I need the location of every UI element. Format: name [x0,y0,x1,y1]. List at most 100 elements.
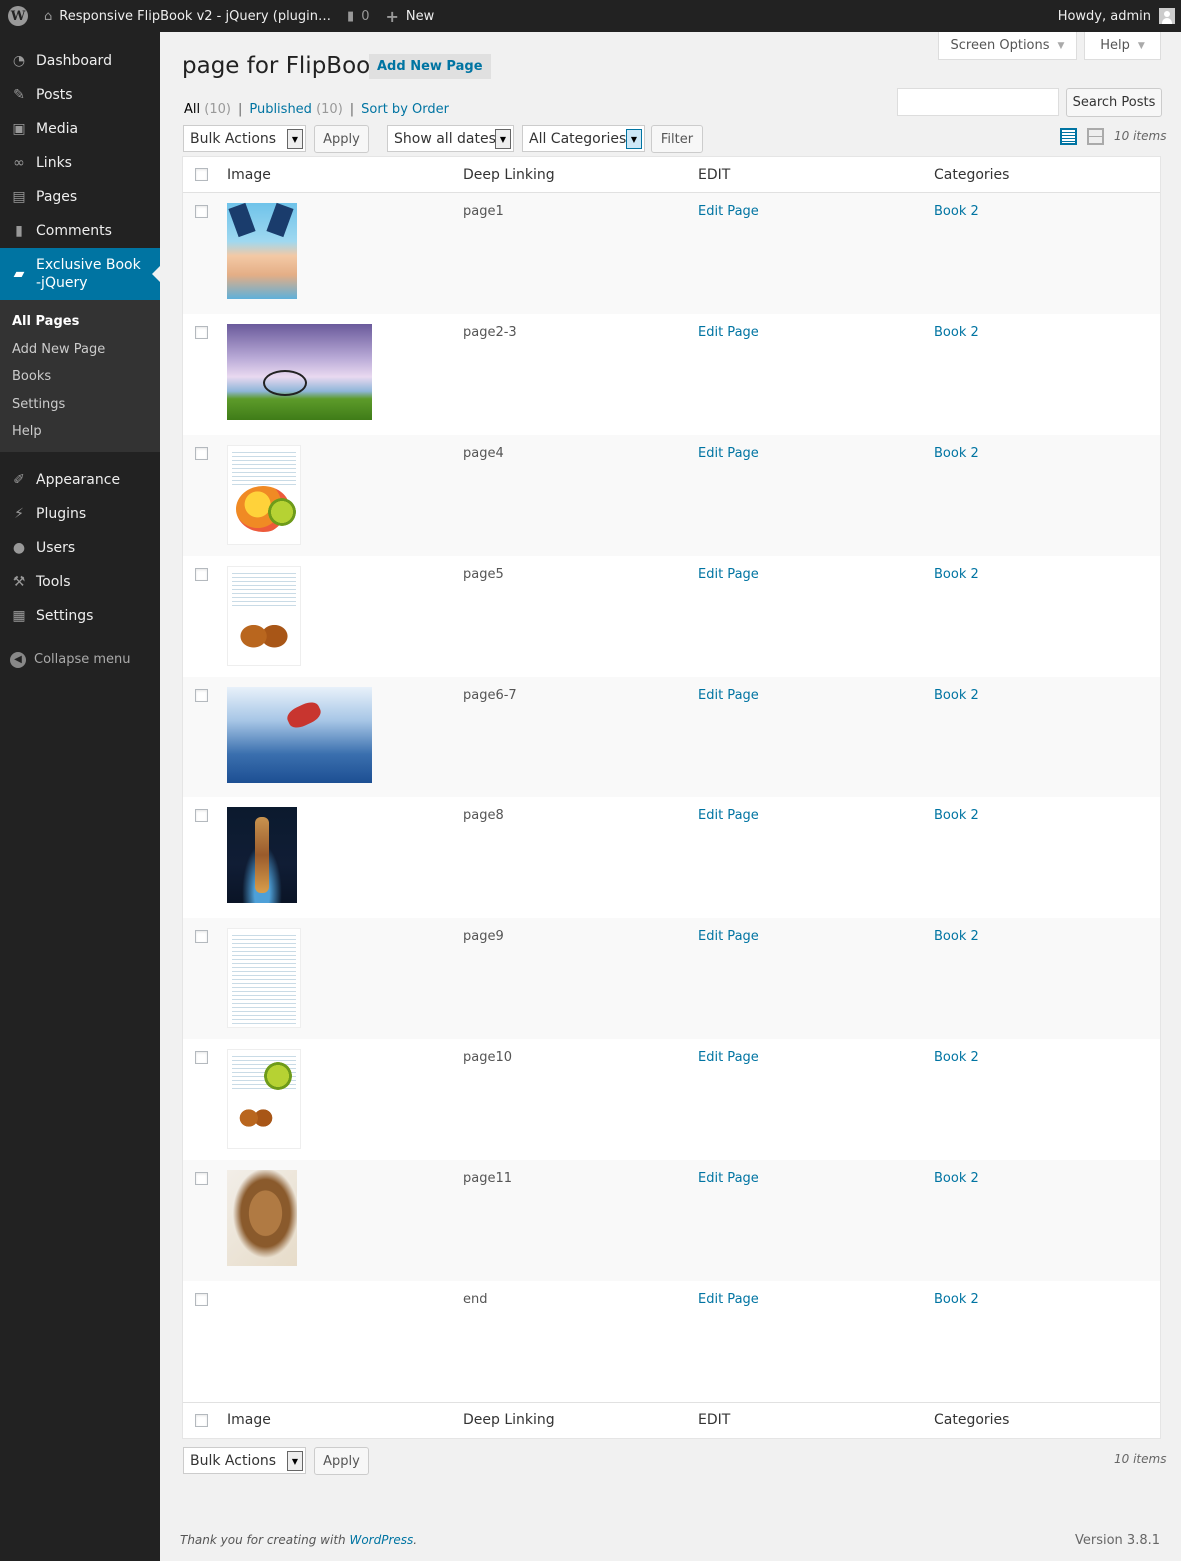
bulk-actions-select-bottom[interactable]: Bulk Actions ▼ [183,1447,306,1474]
row-checkbox[interactable] [195,1051,208,1065]
row-checkbox[interactable] [195,688,208,702]
menu-item-link[interactable]: ∞ Links [0,146,160,180]
row-checkbox[interactable] [195,809,208,823]
row-checkbox[interactable] [195,205,208,218]
menu-item-pages[interactable]: ▤ Pages [0,180,160,214]
submenu-books[interactable]: Books [0,363,160,391]
date-filter-select[interactable]: Show all dates ▼ [387,125,514,152]
search-input[interactable] [897,88,1059,116]
category-link[interactable]: Book 2 [934,688,979,703]
my-account[interactable]: Howdy, admin [1058,8,1181,24]
menu-item-settings[interactable]: ▦ Settings [0,599,160,633]
menu-item-comment[interactable]: ▮ Comments [0,214,160,248]
view-all-label: All [184,102,201,117]
items-count-top: 10 items [1114,129,1167,143]
category-link[interactable]: Book 2 [934,567,979,582]
collapse-menu-button[interactable]: ◀ Collapse menu [0,643,160,677]
page-title: page for FlipBook [182,53,384,79]
row-checkbox[interactable] [195,325,208,339]
menu-item-exclusive-book[interactable]: ▰ Exclusive Book -jQuery [0,248,160,300]
row-checkbox[interactable] [195,1172,208,1186]
category-link[interactable]: Book 2 [934,446,979,461]
column-header-deep-linking[interactable]: Deep Linking [463,167,698,183]
select-all-checkbox-footer[interactable] [195,1413,208,1427]
screen-options-button[interactable]: Screen Options ▼ [938,32,1077,60]
view-all-link[interactable]: All (10) [184,102,231,117]
category-link[interactable]: Book 2 [934,204,979,219]
menu-item-dashboard[interactable]: ◔ Dashboard [0,44,160,78]
row-checkbox[interactable] [195,1293,208,1307]
apply-button[interactable]: Apply [314,125,369,153]
column-header-edit[interactable]: EDIT [698,167,934,183]
excerpt-view-icon[interactable] [1087,128,1104,145]
wordpress-logo-icon[interactable]: W [0,0,36,32]
column-footer-deep-linking[interactable]: Deep Linking [463,1412,698,1428]
category-link[interactable]: Book 2 [934,808,979,823]
category-filter-select[interactable]: All Categories ▼ [522,125,645,152]
submenu-settings[interactable]: Settings [0,391,160,419]
thumbnail-image [227,928,301,1029]
edit-page-link[interactable]: Edit Page [698,1171,759,1186]
edit-page-link[interactable]: Edit Page [698,567,759,582]
comments-link[interactable]: ▮ 0 [339,0,377,32]
row-checkbox[interactable] [195,567,208,581]
category-link[interactable]: Book 2 [934,1171,979,1186]
menu-item-pin[interactable]: ✎ Posts [0,78,160,112]
new-content-link[interactable]: + New [377,0,442,32]
comment-icon: ▮ [15,223,23,239]
add-new-page-button[interactable]: Add New Page [369,54,491,79]
site-name-link[interactable]: ⌂ Responsive FlipBook v2 - jQuery (plugi… [36,0,339,32]
screen-options-label: Screen Options [950,38,1050,53]
submenu-add-new-page[interactable]: Add New Page [0,336,160,364]
column-footer-image[interactable]: Image [227,1412,463,1428]
edit-page-link[interactable]: Edit Page [698,808,759,823]
category-link[interactable]: Book 2 [934,1050,979,1065]
row-checkbox[interactable] [195,930,208,944]
edit-page-link[interactable]: Edit Page [698,204,759,219]
deep-linking-cell: end [463,1292,488,1308]
help-button[interactable]: Help ▼ [1084,32,1161,60]
dropdown-arrow-icon: ▼ [287,129,303,149]
search-posts-button[interactable]: Search Posts [1066,88,1162,117]
category-link[interactable]: Book 2 [934,325,979,340]
dropdown-arrow-icon: ▼ [495,129,511,149]
table-row: end Edit Page Book 2 [183,1281,1160,1402]
edit-page-link[interactable]: Edit Page [698,1050,759,1065]
link-icon: ∞ [13,155,25,171]
bulk-actions-select[interactable]: Bulk Actions ▼ [183,125,306,152]
list-view-icon[interactable] [1060,128,1077,145]
edit-page-link[interactable]: Edit Page [698,929,759,944]
column-header-image[interactable]: Image [227,167,463,183]
apply-button-bottom[interactable]: Apply [314,1447,369,1475]
menu-item-plug[interactable]: ⚡ Plugins [0,497,160,531]
submenu-all-pages[interactable]: All Pages [0,308,160,336]
view-published-link[interactable]: Published (10) [249,102,342,117]
submenu-help[interactable]: Help [0,418,160,446]
category-link[interactable]: Book 2 [934,929,979,944]
site-title: Responsive FlipBook v2 - jQuery (plugin… [59,8,332,24]
column-footer-categories[interactable]: Categories [934,1412,1160,1428]
category-link[interactable]: Book 2 [934,1292,979,1307]
select-all-checkbox[interactable] [195,168,208,181]
image-cell [227,918,463,1029]
menu-item-media[interactable]: ▣ Media [0,112,160,146]
edit-page-link[interactable]: Edit Page [698,446,759,461]
thumbnail-image [227,1049,301,1150]
edit-page-link[interactable]: Edit Page [698,1292,759,1307]
comments-count: 0 [361,8,370,24]
column-header-categories[interactable]: Categories [934,167,1160,183]
sort-by-order-link[interactable]: Sort by Order [361,102,449,117]
row-checkbox[interactable] [195,446,208,460]
dropdown-arrow-icon: ▼ [287,1451,303,1471]
menu-item-brush[interactable]: ✐ Appearance [0,463,160,497]
column-footer-edit[interactable]: EDIT [698,1412,934,1428]
edit-page-link[interactable]: Edit Page [698,688,759,703]
dropdown-arrow-icon: ▼ [626,129,642,149]
wordpress-link[interactable]: WordPress [349,1533,413,1547]
edit-page-link[interactable]: Edit Page [698,325,759,340]
menu-label: Appearance [36,471,121,488]
brush-icon: ✐ [13,471,25,488]
menu-item-user[interactable]: ● Users [0,531,160,565]
filter-button[interactable]: Filter [651,125,703,153]
menu-item-wrench[interactable]: ⚒ Tools [0,565,160,599]
